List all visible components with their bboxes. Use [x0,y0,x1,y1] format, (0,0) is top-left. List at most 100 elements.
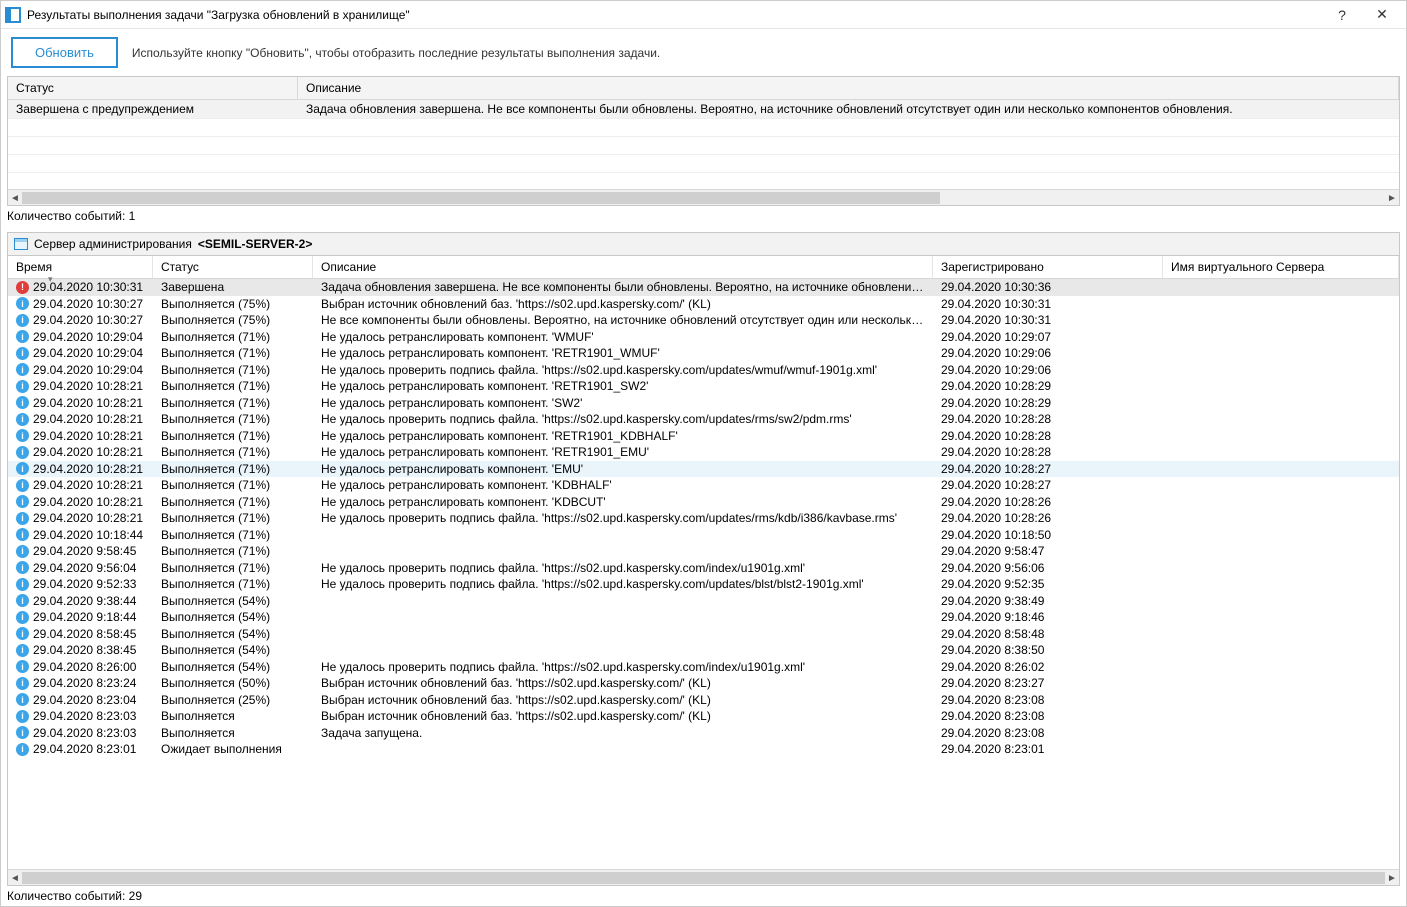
scroll-thumb[interactable] [22,192,940,204]
event-registered: 29.04.2020 9:38:49 [933,594,1163,608]
event-status: Выполняется (71%) [153,445,313,459]
event-row[interactable]: i29.04.2020 10:29:04Выполняется (71%)Не … [8,345,1399,362]
event-status: Выполняется (71%) [153,561,313,575]
event-status: Выполняется (71%) [153,379,313,393]
event-status: Выполняется [153,726,313,740]
event-registered: 29.04.2020 10:28:29 [933,396,1163,410]
event-time: i29.04.2020 10:28:21 [8,478,153,492]
event-row[interactable]: i29.04.2020 8:23:03ВыполняетсяВыбран ист… [8,708,1399,725]
summary-hscroll[interactable]: ◄ ► [8,189,1399,205]
event-description: Задача запущена. [313,726,933,740]
event-row[interactable]: i29.04.2020 10:30:27Выполняется (75%)Выб… [8,296,1399,313]
event-status: Завершена [153,280,313,294]
event-row[interactable]: i29.04.2020 10:28:21Выполняется (71%)Не … [8,494,1399,511]
event-row[interactable]: i29.04.2020 10:28:21Выполняется (71%)Не … [8,428,1399,445]
scroll-left-icon[interactable]: ◄ [8,191,22,205]
event-row[interactable]: i29.04.2020 10:28:21Выполняется (71%)Не … [8,461,1399,478]
event-time: i29.04.2020 10:29:04 [8,330,153,344]
event-row[interactable]: i29.04.2020 8:23:03ВыполняетсяЗадача зап… [8,725,1399,742]
event-status: Выполняется (71%) [153,528,313,542]
event-row[interactable]: i29.04.2020 10:28:21Выполняется (71%)Не … [8,395,1399,412]
event-row[interactable]: i29.04.2020 8:23:04Выполняется (25%)Выбр… [8,692,1399,709]
summary-row[interactable]: Завершена с предупреждением Задача обнов… [8,100,1399,119]
event-registered: 29.04.2020 10:18:50 [933,528,1163,542]
event-status: Выполняется (71%) [153,346,313,360]
event-status: Выполняется (75%) [153,297,313,311]
event-row[interactable]: i29.04.2020 9:38:44Выполняется (54%)29.0… [8,593,1399,610]
event-status: Выполняется [153,709,313,723]
event-registered: 29.04.2020 10:30:36 [933,280,1163,294]
event-time: i29.04.2020 8:23:04 [8,693,153,707]
event-status: Выполняется (71%) [153,495,313,509]
scroll-right-icon[interactable]: ► [1385,871,1399,885]
event-row[interactable]: i29.04.2020 10:18:44Выполняется (71%)29.… [8,527,1399,544]
event-row[interactable]: i29.04.2020 9:58:45Выполняется (71%)29.0… [8,543,1399,560]
event-time: i29.04.2020 10:28:21 [8,429,153,443]
event-description: Выбран источник обновлений баз. 'https:/… [313,297,933,311]
info-icon: i [16,314,29,327]
event-row[interactable]: i29.04.2020 8:23:24Выполняется (50%)Выбр… [8,675,1399,692]
event-status: Выполняется (50%) [153,676,313,690]
info-icon: i [16,528,29,541]
close-button[interactable]: ✕ [1362,1,1402,29]
server-header[interactable]: Сервер администрирования <SEMIL-SERVER-2… [7,232,1400,255]
col-status[interactable]: Статус [8,77,298,99]
info-icon: i [16,594,29,607]
event-time: i29.04.2020 10:28:21 [8,462,153,476]
event-time: i29.04.2020 10:28:21 [8,445,153,459]
col-description[interactable]: Описание [313,256,933,278]
event-registered: 29.04.2020 10:28:28 [933,412,1163,426]
info-icon: i [16,710,29,723]
event-row[interactable]: i29.04.2020 8:38:45Выполняется (54%)29.0… [8,642,1399,659]
event-description: Не удалось ретранслировать компонент. 'E… [313,462,933,476]
event-row[interactable]: i29.04.2020 10:28:21Выполняется (71%)Не … [8,378,1399,395]
help-button[interactable]: ? [1322,1,1362,29]
event-row[interactable]: i29.04.2020 10:28:21Выполняется (71%)Не … [8,411,1399,428]
event-row[interactable]: i29.04.2020 8:26:00Выполняется (54%)Не у… [8,659,1399,676]
info-icon: i [16,297,29,310]
event-row[interactable]: i29.04.2020 10:30:27Выполняется (75%)Не … [8,312,1399,329]
col-description[interactable]: Описание [298,77,1399,99]
scroll-left-icon[interactable]: ◄ [8,871,22,885]
event-status: Выполняется (71%) [153,429,313,443]
event-registered: 29.04.2020 10:28:26 [933,511,1163,525]
event-status: Выполняется (71%) [153,478,313,492]
col-time[interactable]: Время ▾ [8,256,153,278]
event-status: Выполняется (71%) [153,363,313,377]
col-status[interactable]: Статус [153,256,313,278]
col-registered[interactable]: Зарегистрировано [933,256,1163,278]
event-registered: 29.04.2020 10:30:31 [933,313,1163,327]
server-name: <SEMIL-SERVER-2> [198,237,312,251]
event-time: i29.04.2020 8:58:45 [8,627,153,641]
event-row[interactable]: !29.04.2020 10:30:31ЗавершенаЗадача обно… [8,279,1399,296]
event-time: i29.04.2020 10:28:21 [8,396,153,410]
event-row[interactable]: i29.04.2020 10:28:21Выполняется (71%)Не … [8,510,1399,527]
summary-header: Статус Описание [8,77,1399,100]
event-row[interactable]: i29.04.2020 9:18:44Выполняется (54%)29.0… [8,609,1399,626]
event-description: Не удалось ретранслировать компонент. 'R… [313,379,933,393]
event-row[interactable]: i29.04.2020 8:58:45Выполняется (54%)29.0… [8,626,1399,643]
event-row[interactable]: i29.04.2020 9:56:04Выполняется (71%)Не у… [8,560,1399,577]
server-prefix: Сервер администрирования [34,237,192,251]
event-row[interactable]: i29.04.2020 10:29:04Выполняется (71%)Не … [8,362,1399,379]
event-status: Выполняется (71%) [153,396,313,410]
events-hscroll[interactable]: ◄ ► [8,869,1399,885]
event-row[interactable]: i29.04.2020 8:23:01Ожидает выполнения29.… [8,741,1399,758]
event-row[interactable]: i29.04.2020 10:28:21Выполняется (71%)Не … [8,444,1399,461]
refresh-button[interactable]: Обновить [11,37,118,68]
col-virtual-server[interactable]: Имя виртуального Сервера [1163,256,1399,278]
event-registered: 29.04.2020 10:28:26 [933,495,1163,509]
info-icon: i [16,578,29,591]
event-row[interactable]: i29.04.2020 9:52:33Выполняется (71%)Не у… [8,576,1399,593]
event-row[interactable]: i29.04.2020 10:29:04Выполняется (71%)Не … [8,329,1399,346]
event-registered: 29.04.2020 10:28:28 [933,445,1163,459]
event-row[interactable]: i29.04.2020 10:28:21Выполняется (71%)Не … [8,477,1399,494]
event-time: i29.04.2020 8:23:03 [8,726,153,740]
event-description: Не удалось ретранслировать компонент. 'K… [313,495,933,509]
scroll-thumb[interactable] [22,872,1385,884]
scroll-right-icon[interactable]: ► [1385,191,1399,205]
info-icon: i [16,446,29,459]
event-time: i29.04.2020 10:30:27 [8,297,153,311]
event-time: i29.04.2020 10:28:21 [8,379,153,393]
info-icon: i [16,660,29,673]
